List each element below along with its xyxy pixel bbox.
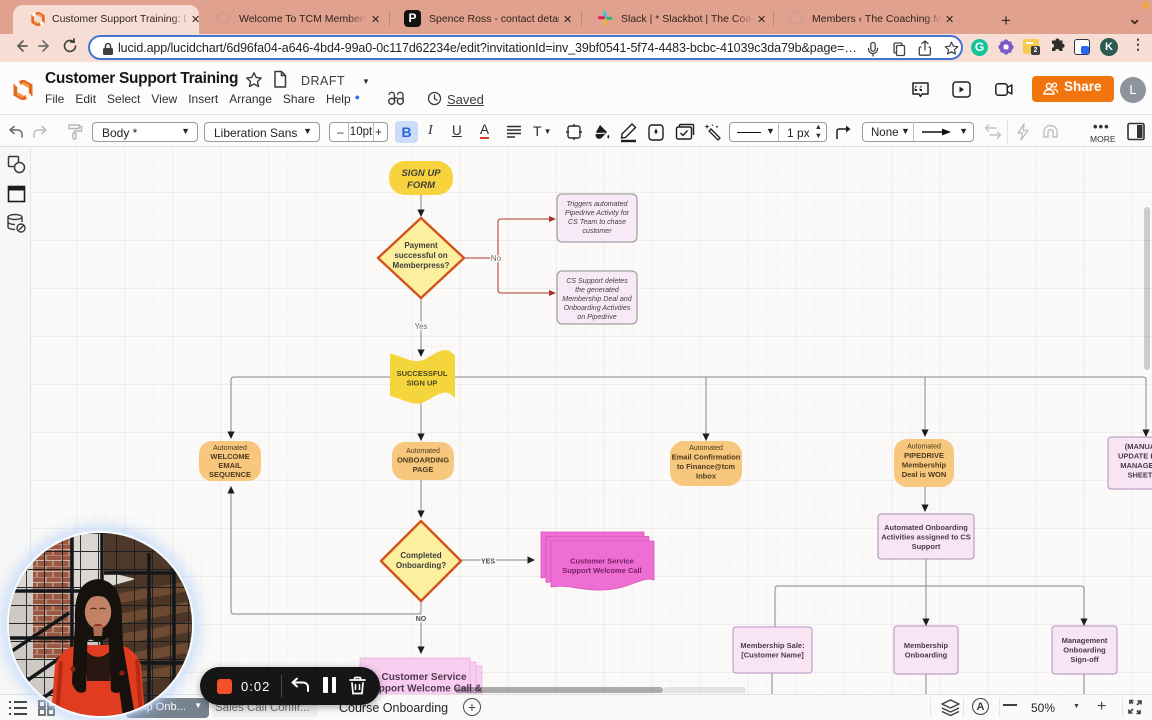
- svg-text:CS Support deletes: CS Support deletes: [566, 277, 628, 285]
- svg-text:SUCCESSFUL: SUCCESSFUL: [397, 369, 448, 378]
- svg-text:Memberpress?: Memberpress?: [393, 261, 450, 270]
- svg-text:Automated Onboarding: Automated Onboarding: [884, 523, 968, 532]
- svg-text:Pipedrive Activity for: Pipedrive Activity for: [565, 209, 630, 217]
- svg-text:PAGE: PAGE: [413, 465, 434, 474]
- svg-text:Onboarding?: Onboarding?: [396, 561, 446, 570]
- svg-text:Email Confirmation: Email Confirmation: [672, 453, 741, 462]
- svg-text:Inbox: Inbox: [696, 472, 717, 481]
- svg-text:on Pipedrive: on Pipedrive: [577, 313, 616, 321]
- svg-text:FORM: FORM: [407, 180, 436, 191]
- svg-text:Onboarding Activities: Onboarding Activities: [564, 304, 631, 312]
- svg-text:Sign-off: Sign-off: [1070, 655, 1099, 664]
- svg-text:Activities assigned to CS: Activities assigned to CS: [881, 533, 971, 542]
- svg-text:Deal is WON: Deal is WON: [902, 470, 947, 479]
- svg-text:Onboarding: Onboarding: [1063, 646, 1106, 655]
- svg-text:Yes: Yes: [414, 322, 427, 331]
- svg-text:NO: NO: [416, 616, 427, 623]
- svg-text:Payment: Payment: [404, 241, 438, 250]
- svg-text:Support: Support: [912, 542, 941, 551]
- svg-text:YES: YES: [481, 559, 495, 566]
- svg-text:Membership Deal and: Membership Deal and: [562, 295, 632, 303]
- svg-text:the generated: the generated: [575, 286, 620, 294]
- svg-text:Onboarding: Onboarding: [905, 651, 948, 660]
- svg-text:WELCOME: WELCOME: [210, 452, 249, 461]
- svg-text:EMAIL: EMAIL: [218, 461, 242, 470]
- svg-text:customer: customer: [582, 227, 612, 235]
- svg-text:PIPEDRIVE: PIPEDRIVE: [904, 451, 944, 460]
- svg-text:ONBOARDING: ONBOARDING: [397, 456, 449, 465]
- svg-text:Membership: Membership: [902, 461, 947, 470]
- svg-text:Automated: Automated: [406, 448, 440, 455]
- svg-text:successful on: successful on: [394, 251, 447, 260]
- svg-text:Membership: Membership: [904, 641, 949, 650]
- svg-text:No: No: [491, 254, 502, 263]
- svg-text:Membership Sale:: Membership Sale:: [740, 641, 804, 650]
- svg-text:(MANUA: (MANUA: [1125, 442, 1152, 451]
- svg-text:Automated: Automated: [907, 444, 941, 451]
- svg-text:to Finance@tcm: to Finance@tcm: [677, 462, 735, 471]
- svg-text:Automated: Automated: [689, 445, 723, 452]
- svg-text:UPDATE LIS: UPDATE LIS: [1118, 452, 1152, 461]
- svg-text:SHEET: SHEET: [1127, 471, 1152, 480]
- svg-text:Management: Management: [1062, 636, 1108, 645]
- svg-text:SIGN UP: SIGN UP: [401, 168, 441, 179]
- svg-text:SEQUENCE: SEQUENCE: [209, 470, 251, 479]
- svg-text:Triggers automated: Triggers automated: [567, 200, 629, 208]
- svg-text:Customer Service: Customer Service: [570, 557, 634, 566]
- svg-text:MANAGEM: MANAGEM: [1120, 461, 1152, 470]
- svg-text:[Customer Name]: [Customer Name]: [741, 651, 804, 660]
- svg-text:Automated: Automated: [213, 445, 247, 452]
- svg-text:Customer Service: Customer Service: [381, 672, 466, 683]
- svg-text:Support Welcome Call: Support Welcome Call: [562, 566, 641, 575]
- svg-text:SIGN UP: SIGN UP: [407, 379, 438, 388]
- svg-text:CS Team to chase: CS Team to chase: [568, 218, 626, 226]
- svg-text:Completed: Completed: [400, 551, 441, 560]
